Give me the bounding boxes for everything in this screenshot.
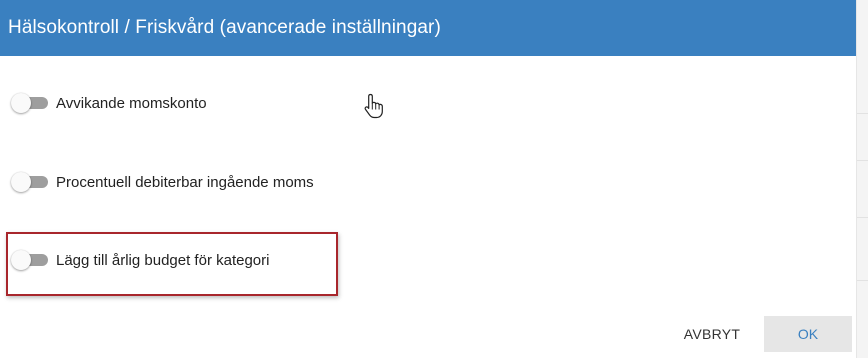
dialog-title: Hälsokontroll / Friskvård (avancerade in… xyxy=(8,17,441,38)
background-page-edge xyxy=(856,0,868,358)
setting-row-avvikande-momskonto[interactable]: Avvikande momskonto xyxy=(11,92,207,114)
background-divider xyxy=(857,160,868,161)
setting-label: Lägg till årlig budget för kategori xyxy=(56,251,270,269)
ok-button[interactable]: OK xyxy=(764,316,852,352)
avvikande-momskonto-toggle[interactable] xyxy=(11,93,48,113)
dialog-header: Hälsokontroll / Friskvård (avancerade in… xyxy=(0,0,856,56)
background-divider xyxy=(857,280,868,281)
arlig-budget-toggle[interactable] xyxy=(11,250,48,270)
background-divider xyxy=(857,113,868,114)
procentuell-moms-toggle[interactable] xyxy=(11,172,48,192)
cancel-button[interactable]: AVBRYT xyxy=(672,316,752,352)
background-divider xyxy=(857,217,868,218)
toggle-thumb xyxy=(11,250,31,270)
advanced-settings-dialog: Hälsokontroll / Friskvård (avancerade in… xyxy=(0,0,856,358)
setting-label: Procentuell debiterbar ingående moms xyxy=(56,173,314,191)
toggle-thumb xyxy=(11,172,31,192)
setting-row-procentuell-moms[interactable]: Procentuell debiterbar ingående moms xyxy=(11,171,314,193)
setting-row-arlig-budget[interactable]: Lägg till årlig budget för kategori xyxy=(11,249,269,271)
toggle-thumb xyxy=(11,93,31,113)
setting-label: Avvikande momskonto xyxy=(56,94,207,112)
hand-pointer-icon xyxy=(364,93,383,119)
